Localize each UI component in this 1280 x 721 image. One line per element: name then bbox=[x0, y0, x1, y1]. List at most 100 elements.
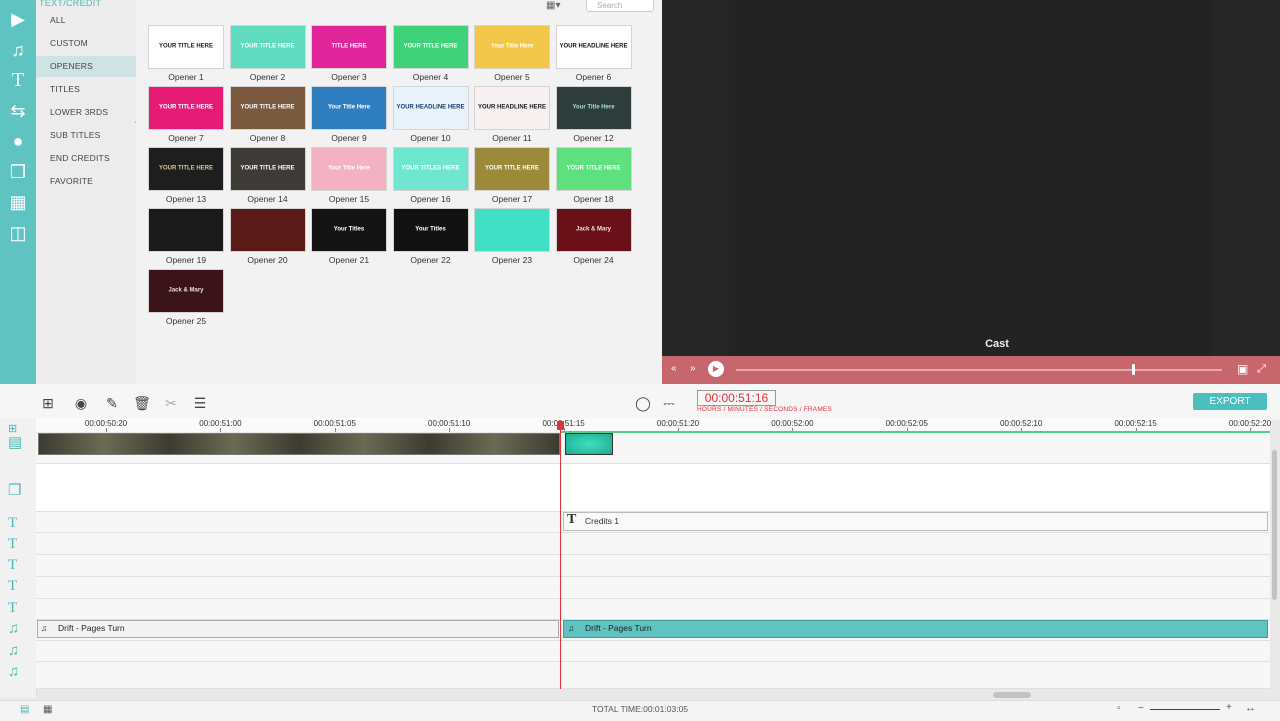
video-clip[interactable] bbox=[38, 433, 560, 455]
ruler-label: 00:00:51:10 bbox=[428, 419, 471, 428]
title-thumbnail[interactable]: TITLE HERE bbox=[311, 25, 387, 69]
title-thumbnail[interactable]: Your Titles bbox=[311, 208, 387, 252]
text-clip-icon: T bbox=[567, 512, 577, 527]
title-thumbnail[interactable]: YOUR HEADLINE HERE bbox=[392, 86, 469, 130]
credits-clip[interactable] bbox=[563, 512, 1268, 531]
title-thumbnail[interactable] bbox=[229, 208, 306, 252]
ruler-label: 00:00:51:20 bbox=[656, 419, 700, 428]
title-thumbnail[interactable]: YOUR TITLE HERE bbox=[555, 147, 632, 191]
title-thumbnail[interactable]: Your Titles bbox=[392, 208, 469, 252]
thumbnail-preview-text: YOUR HEADLINE HERE bbox=[559, 43, 628, 50]
title-clip[interactable] bbox=[565, 433, 613, 455]
ruler-label: 00:00:51:05 bbox=[313, 419, 356, 428]
snapshot-icon[interactable]: ▣ bbox=[1237, 363, 1248, 375]
title-thumbnail[interactable]: YOUR HEADLINE HERE bbox=[474, 86, 550, 130]
title-thumbnail[interactable]: Your Title Here bbox=[311, 147, 387, 191]
fullscreen-icon[interactable]: ⤢ bbox=[1257, 363, 1266, 375]
search-input[interactable]: Search bbox=[586, 0, 654, 12]
adjust-icon[interactable]: ☰ bbox=[191, 394, 209, 412]
title-thumbnail[interactable]: YOUR TITLE HERE bbox=[392, 25, 469, 69]
audio-clip[interactable] bbox=[563, 620, 1268, 638]
thumbnail-preview-text: Jack & Mary bbox=[575, 226, 612, 233]
text-track-icon[interactable]: T bbox=[8, 514, 32, 532]
title-thumbnail[interactable]: YOUR TITLE HERE bbox=[148, 147, 224, 191]
playback-progress-thumb[interactable] bbox=[1132, 364, 1136, 375]
title-thumbnail[interactable]: YOUR TITLE HERE bbox=[229, 86, 306, 130]
text-icon[interactable]: T bbox=[8, 70, 28, 90]
playback-progress-track[interactable] bbox=[736, 369, 1222, 371]
thumbnail-preview-text: YOUR TITLE HERE bbox=[158, 104, 213, 111]
title-thumbnail[interactable] bbox=[474, 208, 550, 252]
category-item-openers[interactable]: OPENERS bbox=[36, 56, 136, 77]
thumbnail-label: Opener 6 bbox=[575, 72, 612, 82]
zoom-out-icon[interactable]: − bbox=[1138, 703, 1144, 714]
split-screen-icon[interactable]: ◫ bbox=[8, 223, 28, 243]
category-item-sub-titles[interactable]: SUB TITLES bbox=[36, 125, 136, 146]
rewind-icon[interactable]: « bbox=[671, 363, 677, 375]
title-thumbnail[interactable]: YOUR TITLE HERE bbox=[474, 147, 550, 191]
transitions-icon[interactable]: ⇆ bbox=[8, 101, 28, 121]
category-item-custom[interactable]: CUSTOM bbox=[36, 33, 136, 54]
record-icon[interactable]: ◉ bbox=[72, 394, 90, 412]
overlays-icon[interactable]: ❐ bbox=[8, 162, 28, 182]
thumbnail-preview-text: TITLE HERE bbox=[331, 43, 367, 50]
edit-icon[interactable]: ✎ bbox=[103, 394, 121, 412]
audio-mixer-icon[interactable]: ⎓ bbox=[660, 394, 678, 412]
category-item-favorite[interactable]: FAVORITE bbox=[36, 171, 136, 192]
thumbnail-preview-text: YOUR TITLE HERE bbox=[240, 104, 295, 111]
audio-track-icon[interactable]: ♫ bbox=[8, 620, 32, 638]
title-thumbnail[interactable]: Jack & Mary bbox=[148, 269, 224, 313]
add-track-icon[interactable]: ⊞ bbox=[39, 394, 57, 412]
title-thumbnail[interactable]: YOUR TITLE HERE bbox=[148, 25, 224, 69]
delete-icon[interactable]: 🗑 bbox=[133, 394, 151, 412]
expand-icon[interactable]: ↔ bbox=[1245, 702, 1256, 714]
speed-icon[interactable]: ◯ bbox=[634, 394, 652, 412]
video-track-icon[interactable]: ▤ bbox=[8, 434, 32, 452]
playhead[interactable] bbox=[560, 423, 561, 689]
filters-icon[interactable]: ● bbox=[8, 131, 28, 151]
thumbnail-label: Opener 5 bbox=[494, 72, 530, 82]
media-icon[interactable]: ▶ bbox=[8, 9, 28, 29]
timecode-display[interactable]: 00:00:51:16 bbox=[697, 390, 776, 406]
audio-track-icon[interactable]: ♫ bbox=[8, 663, 32, 681]
title-thumbnail[interactable]: YOUR TITLE HERE bbox=[229, 147, 306, 191]
zoom-in-icon[interactable]: + bbox=[1226, 702, 1232, 713]
text-track-icon[interactable]: T bbox=[8, 577, 32, 595]
total-time: TOTAL TIME:00:01:03:05 bbox=[591, 704, 689, 714]
horizontal-scrollbar[interactable] bbox=[993, 692, 1031, 698]
title-thumbnail[interactable]: YOUR TITLES HERE bbox=[392, 147, 469, 191]
grid-view-icon[interactable]: ▦▾ bbox=[546, 0, 564, 12]
title-thumbnail[interactable]: YOUR HEADLINE HERE bbox=[555, 25, 632, 69]
category-item-titles[interactable]: TITLES bbox=[36, 79, 136, 100]
title-thumbnail[interactable]: Your Title Here bbox=[474, 25, 550, 69]
elements-icon[interactable]: ▦ bbox=[8, 192, 28, 212]
thumbnail-preview-text: Your Title Here bbox=[572, 104, 615, 111]
category-item-lower-3rds[interactable]: LOWER 3RDS bbox=[36, 102, 136, 123]
music-icon[interactable]: ♫ bbox=[8, 40, 28, 60]
thumbnail-label: Opener 22 bbox=[410, 255, 451, 265]
forward-icon[interactable]: » bbox=[690, 363, 696, 375]
title-thumbnail[interactable]: Your Title Here bbox=[311, 86, 387, 130]
title-thumbnail[interactable] bbox=[148, 208, 224, 252]
text-track-icon[interactable]: T bbox=[8, 535, 32, 553]
audio-track-icon[interactable]: ♫ bbox=[8, 642, 32, 660]
split-icon[interactable]: ✂ bbox=[162, 394, 180, 412]
text-track-icon[interactable]: T bbox=[8, 599, 32, 617]
fit-icon[interactable]: ▫ bbox=[1117, 703, 1121, 714]
title-thumbnail[interactable]: YOUR TITLE HERE bbox=[148, 86, 224, 130]
vertical-scrollbar[interactable] bbox=[1272, 450, 1277, 600]
zoom-slider[interactable] bbox=[1150, 709, 1220, 710]
category-item-all[interactable]: ALL bbox=[36, 10, 136, 31]
audio-clip-label: Drift - Pages Turn bbox=[58, 623, 125, 633]
ruler-label: 00:00:52:20 bbox=[1228, 419, 1272, 428]
category-item-end-credits[interactable]: END CREDITS bbox=[36, 148, 136, 169]
thumbnail-label: Opener 9 bbox=[331, 133, 367, 143]
text-track-icon[interactable]: T bbox=[8, 556, 32, 574]
play-button[interactable]: ▶ bbox=[708, 361, 724, 377]
title-thumbnail[interactable]: Your Title Here bbox=[555, 86, 632, 130]
thumbnail-label: Opener 2 bbox=[249, 72, 286, 82]
title-thumbnail[interactable]: YOUR TITLE HERE bbox=[229, 25, 306, 69]
overlay-track-icon[interactable]: ❐ bbox=[8, 482, 32, 500]
title-thumbnail[interactable]: Jack & Mary bbox=[555, 208, 632, 252]
export-button[interactable]: EXPORT bbox=[1193, 393, 1267, 410]
